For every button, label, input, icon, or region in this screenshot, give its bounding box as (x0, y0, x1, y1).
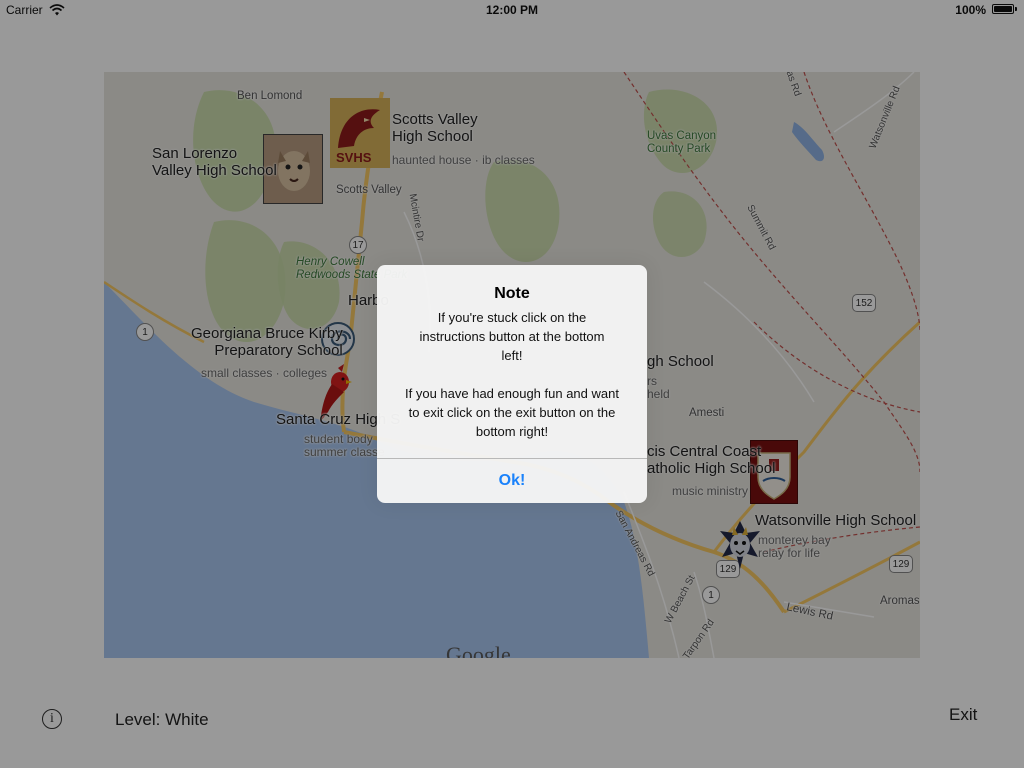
school-sub-scotts-valley: haunted house · ib classes (392, 153, 535, 167)
school-sub-harbor-high: rs held (647, 374, 670, 402)
route-1-shield-south: 1 (702, 586, 720, 604)
battery-icon (992, 4, 1018, 16)
school-label-san-lorenzo: San Lorenzo Valley High School (152, 145, 277, 179)
place-scotts-valley: Scotts Valley (336, 184, 402, 196)
school-label-kirby: Georgiana Bruce Kirby Preparatory School (191, 325, 343, 359)
status-time: 12:00 PM (485, 3, 539, 17)
route-129-shield-east: 129 (889, 555, 913, 573)
google-logo: Google (446, 642, 511, 658)
place-amesti: Amesti (689, 407, 725, 419)
school-sub-watsonville: monterey bay relay for life (758, 533, 831, 561)
alert-title: Note (494, 285, 530, 302)
ok-button[interactable]: Ok! (377, 459, 647, 503)
school-sub-santa-cruz: student body summer classe (304, 432, 385, 460)
scotts-valley-marker[interactable]: SVHS (330, 98, 390, 168)
alert-message: If you're stuck click on the instruction… (405, 310, 619, 439)
school-label-harbor-high: gh School (647, 353, 714, 370)
app-screen: Carrier 12:00 PM 100% Ben Lomond Scotts … (0, 0, 1024, 768)
info-icon[interactable]: i (42, 709, 62, 729)
falcon-icon: SVHS (330, 98, 390, 168)
exit-button[interactable]: Exit (949, 705, 977, 725)
level-label: Level: White (115, 710, 209, 729)
route-152-shield: 152 (852, 294, 876, 312)
svhs-logo-text: SVHS (336, 150, 372, 165)
place-uvas-canyon: Uvas Canyon County Park (647, 130, 717, 155)
route-1-shield-west: 1 (136, 323, 154, 341)
school-label-st-francis: cis Central Coast atholic High School (647, 443, 776, 477)
school-label-scotts-valley: Scotts Valley High School (392, 111, 478, 145)
place-aromas: Aromas (880, 595, 920, 607)
note-alert: Note If you're stuck click on the instru… (377, 265, 647, 503)
school-sub-kirby: small classes · colleges (201, 366, 328, 380)
status-bar: Carrier 12:00 PM 100% (0, 0, 1024, 22)
school-sub-st-francis: music ministry (672, 484, 749, 498)
place-ben-lomond: Ben Lomond (237, 90, 303, 102)
battery-percent: 100% (955, 3, 986, 17)
school-label-watsonville: Watsonville High School (755, 512, 917, 529)
route-17-shield: 17 (349, 236, 367, 254)
status-right: 100% (955, 3, 1018, 17)
